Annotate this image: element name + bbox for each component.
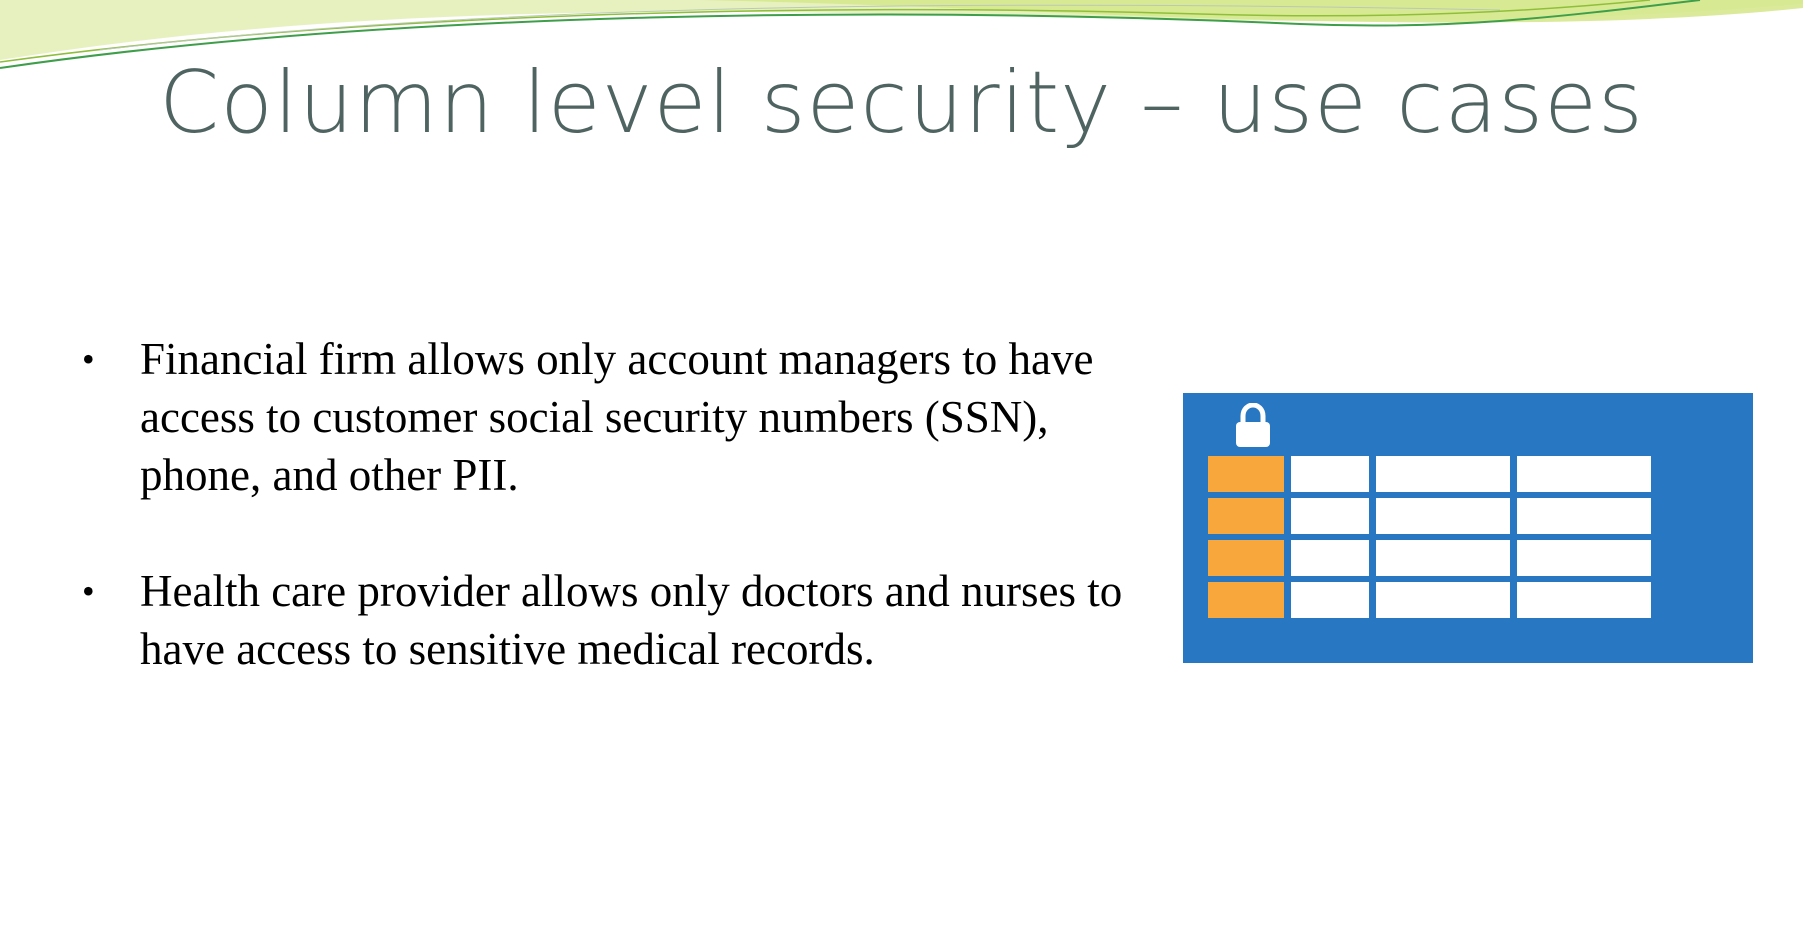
bullet-marker: • (82, 339, 95, 379)
table-key-cell (1208, 540, 1284, 576)
bullet-list: • Financial firm allows only account man… (82, 330, 1142, 736)
table-cell (1376, 498, 1510, 534)
table-cell (1291, 540, 1369, 576)
table-key-cell (1208, 582, 1284, 618)
bullet-item-health-care: • Health care provider allows only docto… (82, 562, 1142, 678)
table-cell (1291, 456, 1369, 492)
table-cell (1376, 540, 1510, 576)
lock-icon (1236, 403, 1270, 447)
table-cell (1517, 456, 1651, 492)
bullet-text: Health care provider allows only doctors… (140, 566, 1123, 674)
table-cell (1376, 582, 1510, 618)
table-cell (1291, 498, 1369, 534)
table-cell (1517, 540, 1651, 576)
slide-title: Column level security – use cases (159, 53, 1644, 153)
table-key-cell (1208, 498, 1284, 534)
bullet-marker: • (82, 571, 95, 611)
table-key-cell (1208, 456, 1284, 492)
bullet-item-financial: • Financial firm allows only account man… (82, 330, 1142, 504)
table-cell (1517, 498, 1651, 534)
table-cell (1291, 582, 1369, 618)
bullet-text: Financial firm allows only account manag… (140, 334, 1094, 500)
secured-table-graphic (1183, 393, 1753, 663)
slide: Column level security – use cases • Fina… (0, 0, 1803, 943)
table-cell (1376, 456, 1510, 492)
table-cell (1517, 582, 1651, 618)
